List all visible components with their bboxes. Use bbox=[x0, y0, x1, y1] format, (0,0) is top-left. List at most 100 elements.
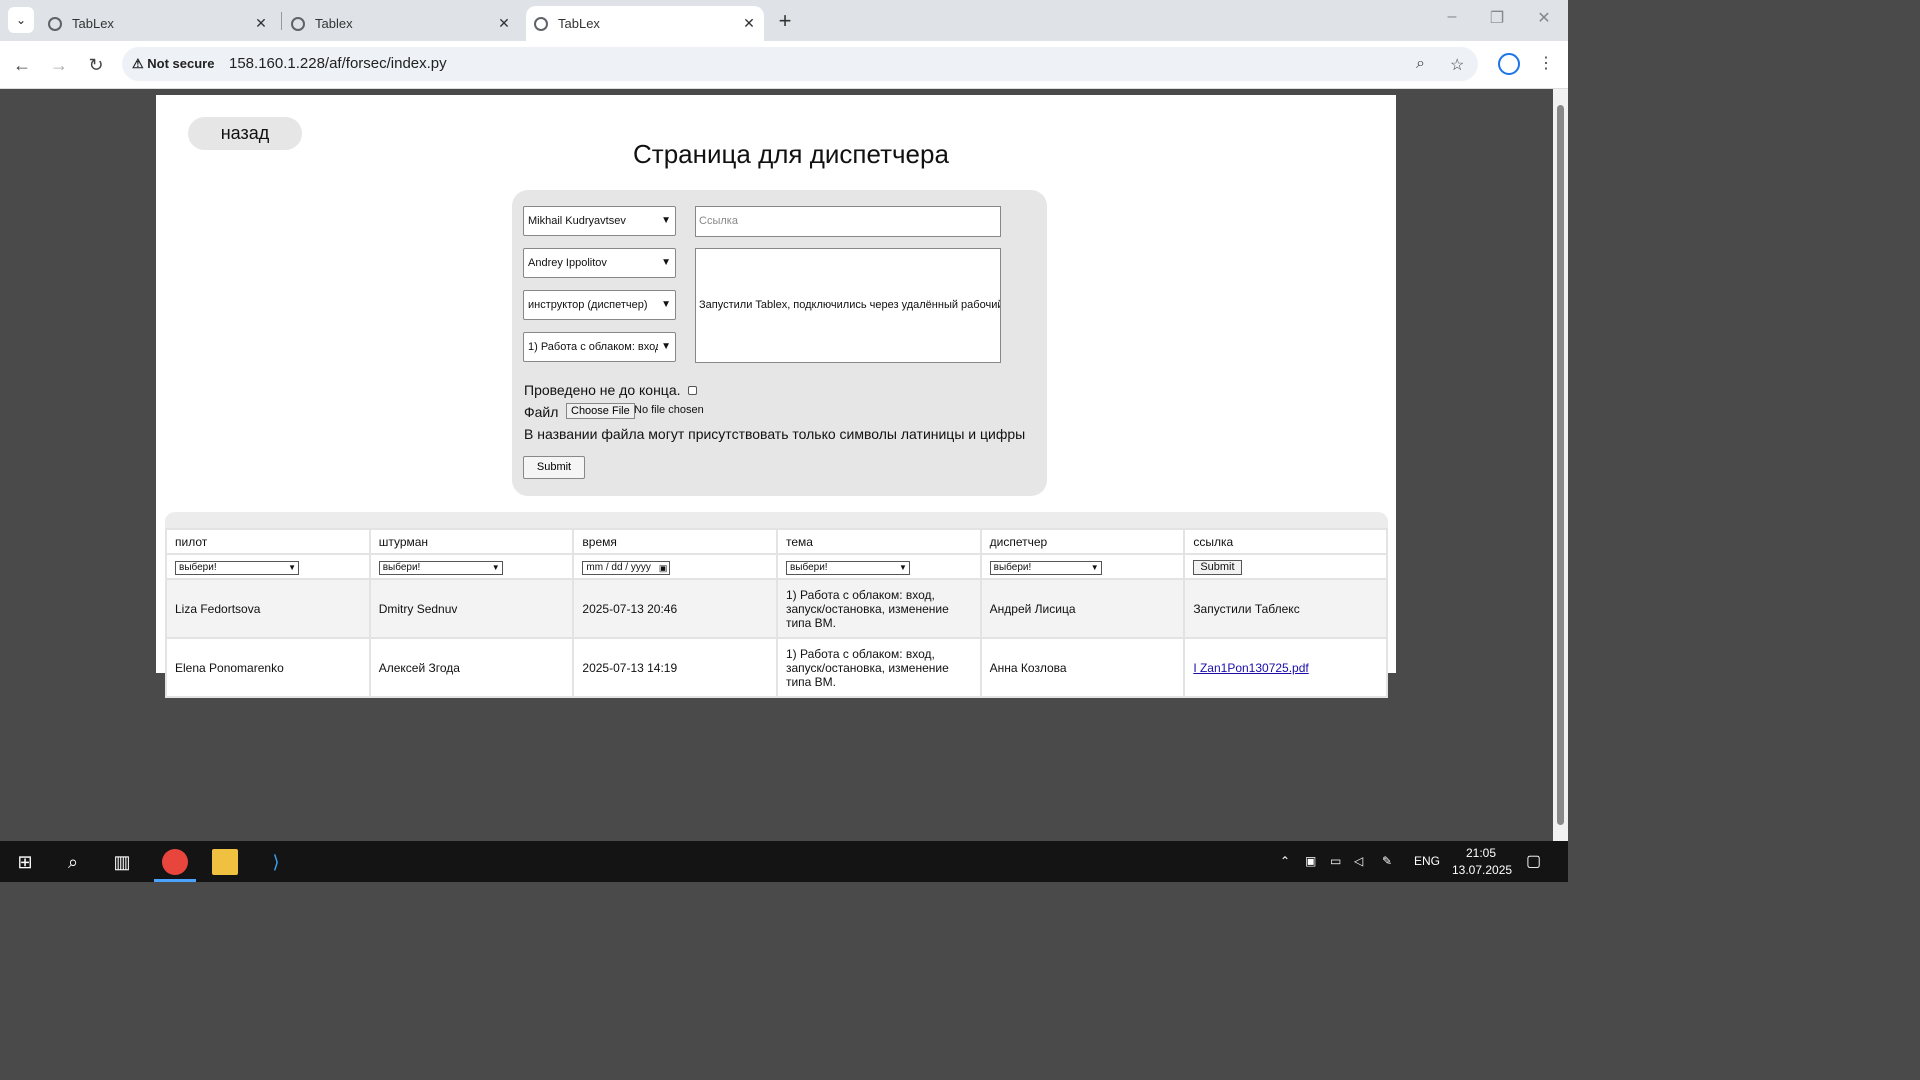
filter-cell: mm / dd / yyyy ▣ bbox=[572, 553, 778, 580]
bookmark-star-icon[interactable]: ☆ bbox=[1450, 55, 1464, 75]
cell-dispatcher: Анна Козлова bbox=[979, 637, 1186, 698]
chevron-down-icon: ▼ bbox=[661, 257, 671, 268]
topic-select-value: 1) Работа с облаком: вход... bbox=[528, 341, 658, 353]
chevron-down-icon: ▼ bbox=[491, 562, 500, 572]
chevron-down-icon: ▼ bbox=[661, 341, 671, 352]
clock-date: 13.07.2025 bbox=[1452, 863, 1513, 877]
incomplete-checkbox[interactable] bbox=[688, 386, 697, 395]
tab-search-chevron-icon[interactable]: ⌄ bbox=[8, 7, 34, 33]
table-row: Elena Ponomarenko Алексей Згода 2025-07-… bbox=[165, 637, 1388, 698]
filter-cell: выбери! ▼ bbox=[165, 553, 371, 580]
filter-submit-button[interactable]: Submit bbox=[1193, 559, 1242, 575]
taskbar-clock[interactable]: 21:05 13.07.2025 bbox=[1452, 845, 1513, 879]
page-title: Страница для диспетчера bbox=[633, 139, 949, 169]
close-tab-icon[interactable]: ✕ bbox=[495, 15, 513, 32]
browser-tab-1[interactable]: TabLex ✕ bbox=[40, 6, 276, 41]
windows-taskbar: ⊞ ⌕ ▥ ⟩ ⌃ ▣ ▭ ◁ ✎ ENG 21:05 13.07.2025 ▢ bbox=[0, 841, 1568, 882]
pilot-filter-select[interactable]: выбери! ▼ bbox=[175, 560, 299, 575]
scrollbar-thumb[interactable] bbox=[1557, 105, 1564, 825]
kebab-menu-icon[interactable]: ⋮ bbox=[1538, 53, 1554, 73]
not-secure-label: Not secure bbox=[147, 56, 215, 71]
filter-cell: выбери! ▼ bbox=[368, 553, 575, 580]
not-secure-indicator[interactable]: ⚠ Not secure bbox=[132, 56, 214, 72]
file-label: Файл bbox=[524, 404, 559, 420]
volume-muted-icon[interactable]: ◁ bbox=[1354, 854, 1363, 868]
tab-separator bbox=[281, 12, 282, 30]
pilot-select[interactable]: Mikhail Kudryavtsev ▼ bbox=[523, 206, 676, 236]
notifications-icon[interactable]: ▢ bbox=[1526, 851, 1541, 871]
browser-tab-2[interactable]: Tablex ✕ bbox=[283, 6, 519, 41]
sessions-table: пилот штурман время тема диспетчер ссылк… bbox=[165, 528, 1388, 698]
reload-icon[interactable]: ↻ bbox=[84, 53, 108, 77]
cell-topic: 1) Работа с облаком: вход, запуск/остано… bbox=[775, 578, 982, 639]
cell-time: 2025-07-13 14:19 bbox=[572, 637, 778, 698]
search-icon[interactable]: ⌕ bbox=[60, 849, 86, 875]
pen-icon[interactable]: ✎ bbox=[1382, 854, 1392, 868]
minimize-icon[interactable]: – bbox=[1442, 8, 1462, 26]
restore-icon[interactable]: ❐ bbox=[1487, 8, 1507, 28]
defender-icon[interactable]: ▣ bbox=[1305, 854, 1316, 868]
cell-dispatcher: Андрей Лисица bbox=[979, 578, 1186, 639]
role-select-value: инструктор (диспетчер) bbox=[528, 299, 648, 311]
file-explorer-icon[interactable] bbox=[212, 849, 238, 875]
comment-textarea[interactable]: Запустили Tablex, подключились через уда… bbox=[695, 248, 1001, 363]
dispatcher-filter-select[interactable]: выбери! ▼ bbox=[989, 560, 1102, 575]
calendar-icon[interactable]: ▣ bbox=[659, 562, 668, 574]
header-pilot: пилот bbox=[165, 528, 371, 555]
browser-tab-3-active[interactable]: TabLex ✕ bbox=[526, 6, 764, 41]
tray-chevron-up-icon[interactable]: ⌃ bbox=[1280, 854, 1290, 868]
page-scrollbar[interactable] bbox=[1553, 89, 1568, 841]
navigator-filter-select[interactable]: выбери! ▼ bbox=[378, 560, 503, 575]
cell-pilot: Elena Ponomarenko bbox=[165, 637, 371, 698]
topic-select[interactable]: 1) Работа с облаком: вход... ▼ bbox=[523, 332, 676, 362]
table-row: Liza Fedortsova Dmitry Sednuv 2025-07-13… bbox=[165, 578, 1388, 639]
active-app-indicator bbox=[154, 879, 196, 882]
new-tab-plus-icon[interactable]: + bbox=[774, 8, 796, 34]
chevron-down-icon: ▼ bbox=[288, 562, 296, 572]
browser-toolbar: ← → ↻ ⚠ Not secure 158.160.1.228/af/fors… bbox=[0, 41, 1568, 89]
navigator-select[interactable]: Andrey Ippolitov ▼ bbox=[523, 248, 676, 278]
header-dispatcher: диспетчер bbox=[979, 528, 1186, 555]
task-view-icon[interactable]: ▥ bbox=[109, 849, 135, 875]
url-text[interactable]: 158.160.1.228/af/forsec/index.py bbox=[229, 55, 447, 72]
filter-value: выбери! bbox=[179, 561, 217, 573]
topic-filter-select[interactable]: выбери! ▼ bbox=[785, 560, 910, 575]
incomplete-label: Проведено не до конца. bbox=[524, 382, 681, 398]
warning-icon: ⚠ bbox=[132, 56, 144, 71]
chevron-down-icon: ▼ bbox=[899, 562, 907, 572]
back-arrow-icon[interactable]: ← bbox=[10, 53, 34, 77]
filter-cell: выбери! ▼ bbox=[775, 553, 982, 580]
windows-start-icon[interactable]: ⊞ bbox=[12, 849, 38, 875]
pilot-select-value: Mikhail Kudryavtsev bbox=[528, 215, 626, 227]
filter-cell: выбери! ▼ bbox=[979, 553, 1186, 580]
address-bar[interactable]: ⚠ Not secure 158.160.1.228/af/forsec/ind… bbox=[122, 47, 1478, 81]
chevron-down-icon: ▼ bbox=[661, 215, 671, 226]
forward-arrow-icon[interactable]: → bbox=[47, 53, 71, 77]
choose-file-button[interactable]: Choose File bbox=[566, 403, 635, 419]
browser-tab-strip: ⌄ TabLex ✕ Tablex ✕ TabLex ✕ + – ❐ ✕ bbox=[0, 0, 1568, 41]
zoom-icon[interactable]: ⌕ bbox=[1416, 55, 1425, 73]
cell-pilot: Liza Fedortsova bbox=[165, 578, 371, 639]
close-window-icon[interactable]: ✕ bbox=[1534, 8, 1554, 28]
navigator-select-value: Andrey Ippolitov bbox=[528, 257, 607, 269]
tab-title: Tablex bbox=[315, 16, 353, 31]
no-file-chosen-text: No file chosen bbox=[634, 404, 704, 416]
close-tab-icon[interactable]: ✕ bbox=[252, 15, 270, 32]
link-input[interactable]: Ссылка bbox=[695, 206, 1001, 237]
header-navigator: штурман bbox=[368, 528, 575, 555]
submit-button[interactable]: Submit bbox=[523, 456, 585, 479]
sessions-table-container: пилот штурман время тема диспетчер ссылк… bbox=[165, 512, 1388, 698]
vscode-icon[interactable]: ⟩ bbox=[263, 849, 289, 875]
role-select[interactable]: инструктор (диспетчер) ▼ bbox=[523, 290, 676, 320]
network-icon[interactable]: ▭ bbox=[1330, 854, 1341, 868]
chrome-icon[interactable] bbox=[162, 849, 188, 875]
globe-icon bbox=[534, 16, 548, 31]
profile-avatar-icon[interactable] bbox=[1498, 53, 1520, 75]
filter-cell: Submit bbox=[1183, 553, 1388, 580]
date-filter-input[interactable]: mm / dd / yyyy ▣ bbox=[582, 560, 671, 575]
date-placeholder: mm / dd / yyyy bbox=[586, 561, 651, 573]
close-tab-icon[interactable]: ✕ bbox=[740, 15, 758, 32]
language-indicator[interactable]: ENG bbox=[1414, 854, 1440, 868]
pdf-file-link[interactable]: I Zan1Pon130725.pdf bbox=[1193, 661, 1308, 675]
cell-link: Запустили Таблекс bbox=[1183, 578, 1388, 639]
